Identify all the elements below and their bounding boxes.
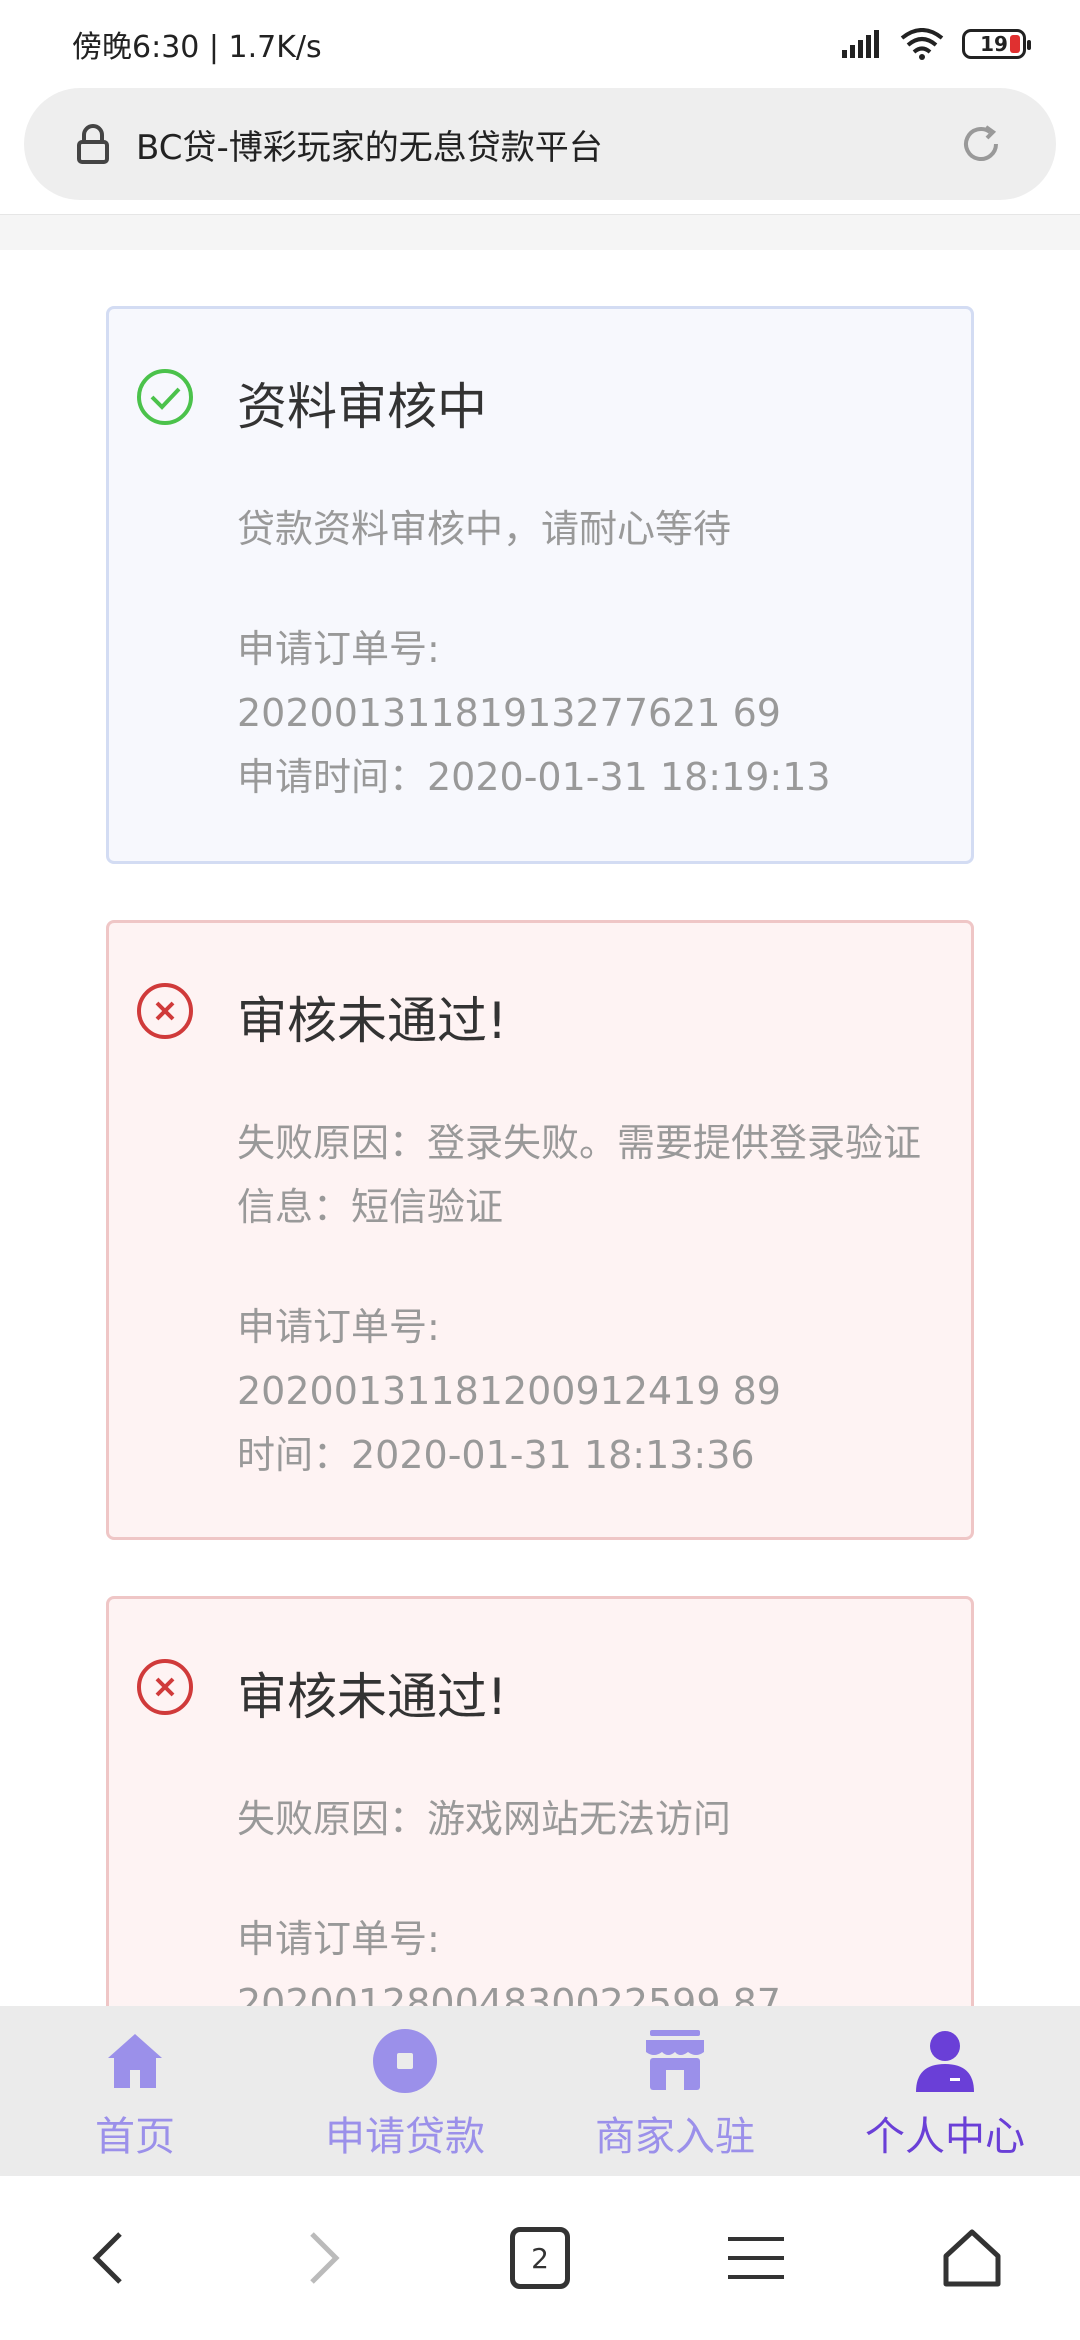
card-message: 贷款资料审核中，请耐心等待 [237,507,732,551]
close-circle-icon [137,1659,193,1715]
home-outline-icon [943,2229,1001,2287]
store-icon [646,2030,704,2090]
menu-icon [728,2237,784,2279]
card-title: 资料审核中 [237,378,487,436]
order-time: 时间：2020-01-31 18:13:36 [237,1433,755,1477]
apply-loan-icon [373,2029,437,2093]
tab-apply-loan[interactable]: 申请贷款 [270,2006,540,2176]
chevron-right-icon [310,2232,340,2284]
order-number: 20200128004830022599 87 [237,1981,781,2006]
tab-merchant[interactable]: 商家入驻 [540,2006,810,2176]
battery-level: 19 [980,32,1008,56]
card-title: 审核未通过! [237,992,508,1050]
tab-home[interactable]: 首页 [0,2006,270,2176]
address-bar[interactable]: BC贷-博彩玩家的无息贷款平台 [24,88,1056,200]
page-title: BC贷-博彩玩家的无息贷款平台 [136,127,603,168]
tab-profile[interactable]: 个人中心 [810,2006,1080,2176]
forward-button[interactable] [264,2198,384,2318]
menu-button[interactable] [696,2198,816,2318]
check-circle-icon [137,369,193,425]
order-card-rejected: 审核未通过! 失败原因：登录失败。需要提供登录验证信息：短信验证 申请订单号: … [106,920,974,1540]
status-time: 傍晚6:30 | 1.7K/s [72,30,322,65]
card-title: 审核未通过! [237,1668,508,1726]
order-label: 申请订单号: [237,1305,440,1349]
tab-count: 2 [531,2241,549,2275]
card-message: 失败原因：登录失败。需要提供登录验证信息：短信验证 [237,1121,922,1229]
bottom-tab-bar: 首页 申请贷款 商家入驻 个人中心 [0,2006,1080,2176]
header-divider [0,214,1080,250]
user-icon [916,2031,974,2092]
tabs-button[interactable]: 2 [480,2198,600,2318]
wifi-icon [900,28,944,60]
tab-label: 申请贷款 [325,2114,485,2160]
order-time: 申请时间：2020-01-31 18:19:13 [237,755,831,799]
order-number: 20200131181200912419 89 [237,1369,781,1413]
card-meta: 申请订单号: 20200131181200912419 89 时间：2020-0… [237,1295,931,1487]
order-list[interactable]: 资料审核中 贷款资料审核中，请耐心等待 申请订单号: 2020013118191… [0,250,1080,2006]
status-bar: 傍晚6:30 | 1.7K/s 19 [0,0,1080,88]
card-meta: 申请订单号: 20200128004830022599 87 [237,1907,931,2006]
close-circle-icon [137,983,193,1039]
battery-icon: 19 [962,29,1031,59]
signal-icon [842,30,879,58]
tab-label: 个人中心 [865,2114,1025,2160]
order-label: 申请订单号: [237,627,440,671]
order-number: 20200131181913277621 69 [237,691,781,735]
chevron-left-icon [92,2232,122,2284]
tab-label: 商家入驻 [595,2114,755,2160]
status-icons: 19 [842,28,1031,60]
browser-nav-bar: 2 [0,2176,1080,2340]
home-icon [108,2034,162,2088]
order-label: 申请订单号: [237,1917,440,1961]
back-button[interactable] [48,2198,168,2318]
tab-label: 首页 [95,2114,175,2160]
tabs-icon: 2 [510,2227,570,2289]
lock-icon [77,124,109,164]
order-card-rejected: 审核未通过! 失败原因：游戏网站无法访问 申请订单号: 202001280048… [106,1596,974,2006]
card-meta: 申请订单号: 20200131181913277621 69 申请时间：2020… [237,617,931,809]
card-message: 失败原因：游戏网站无法访问 [237,1797,732,1841]
home-button[interactable] [912,2198,1032,2318]
reload-icon[interactable] [960,123,1002,165]
order-card-pending: 资料审核中 贷款资料审核中，请耐心等待 申请订单号: 2020013118191… [106,306,974,864]
